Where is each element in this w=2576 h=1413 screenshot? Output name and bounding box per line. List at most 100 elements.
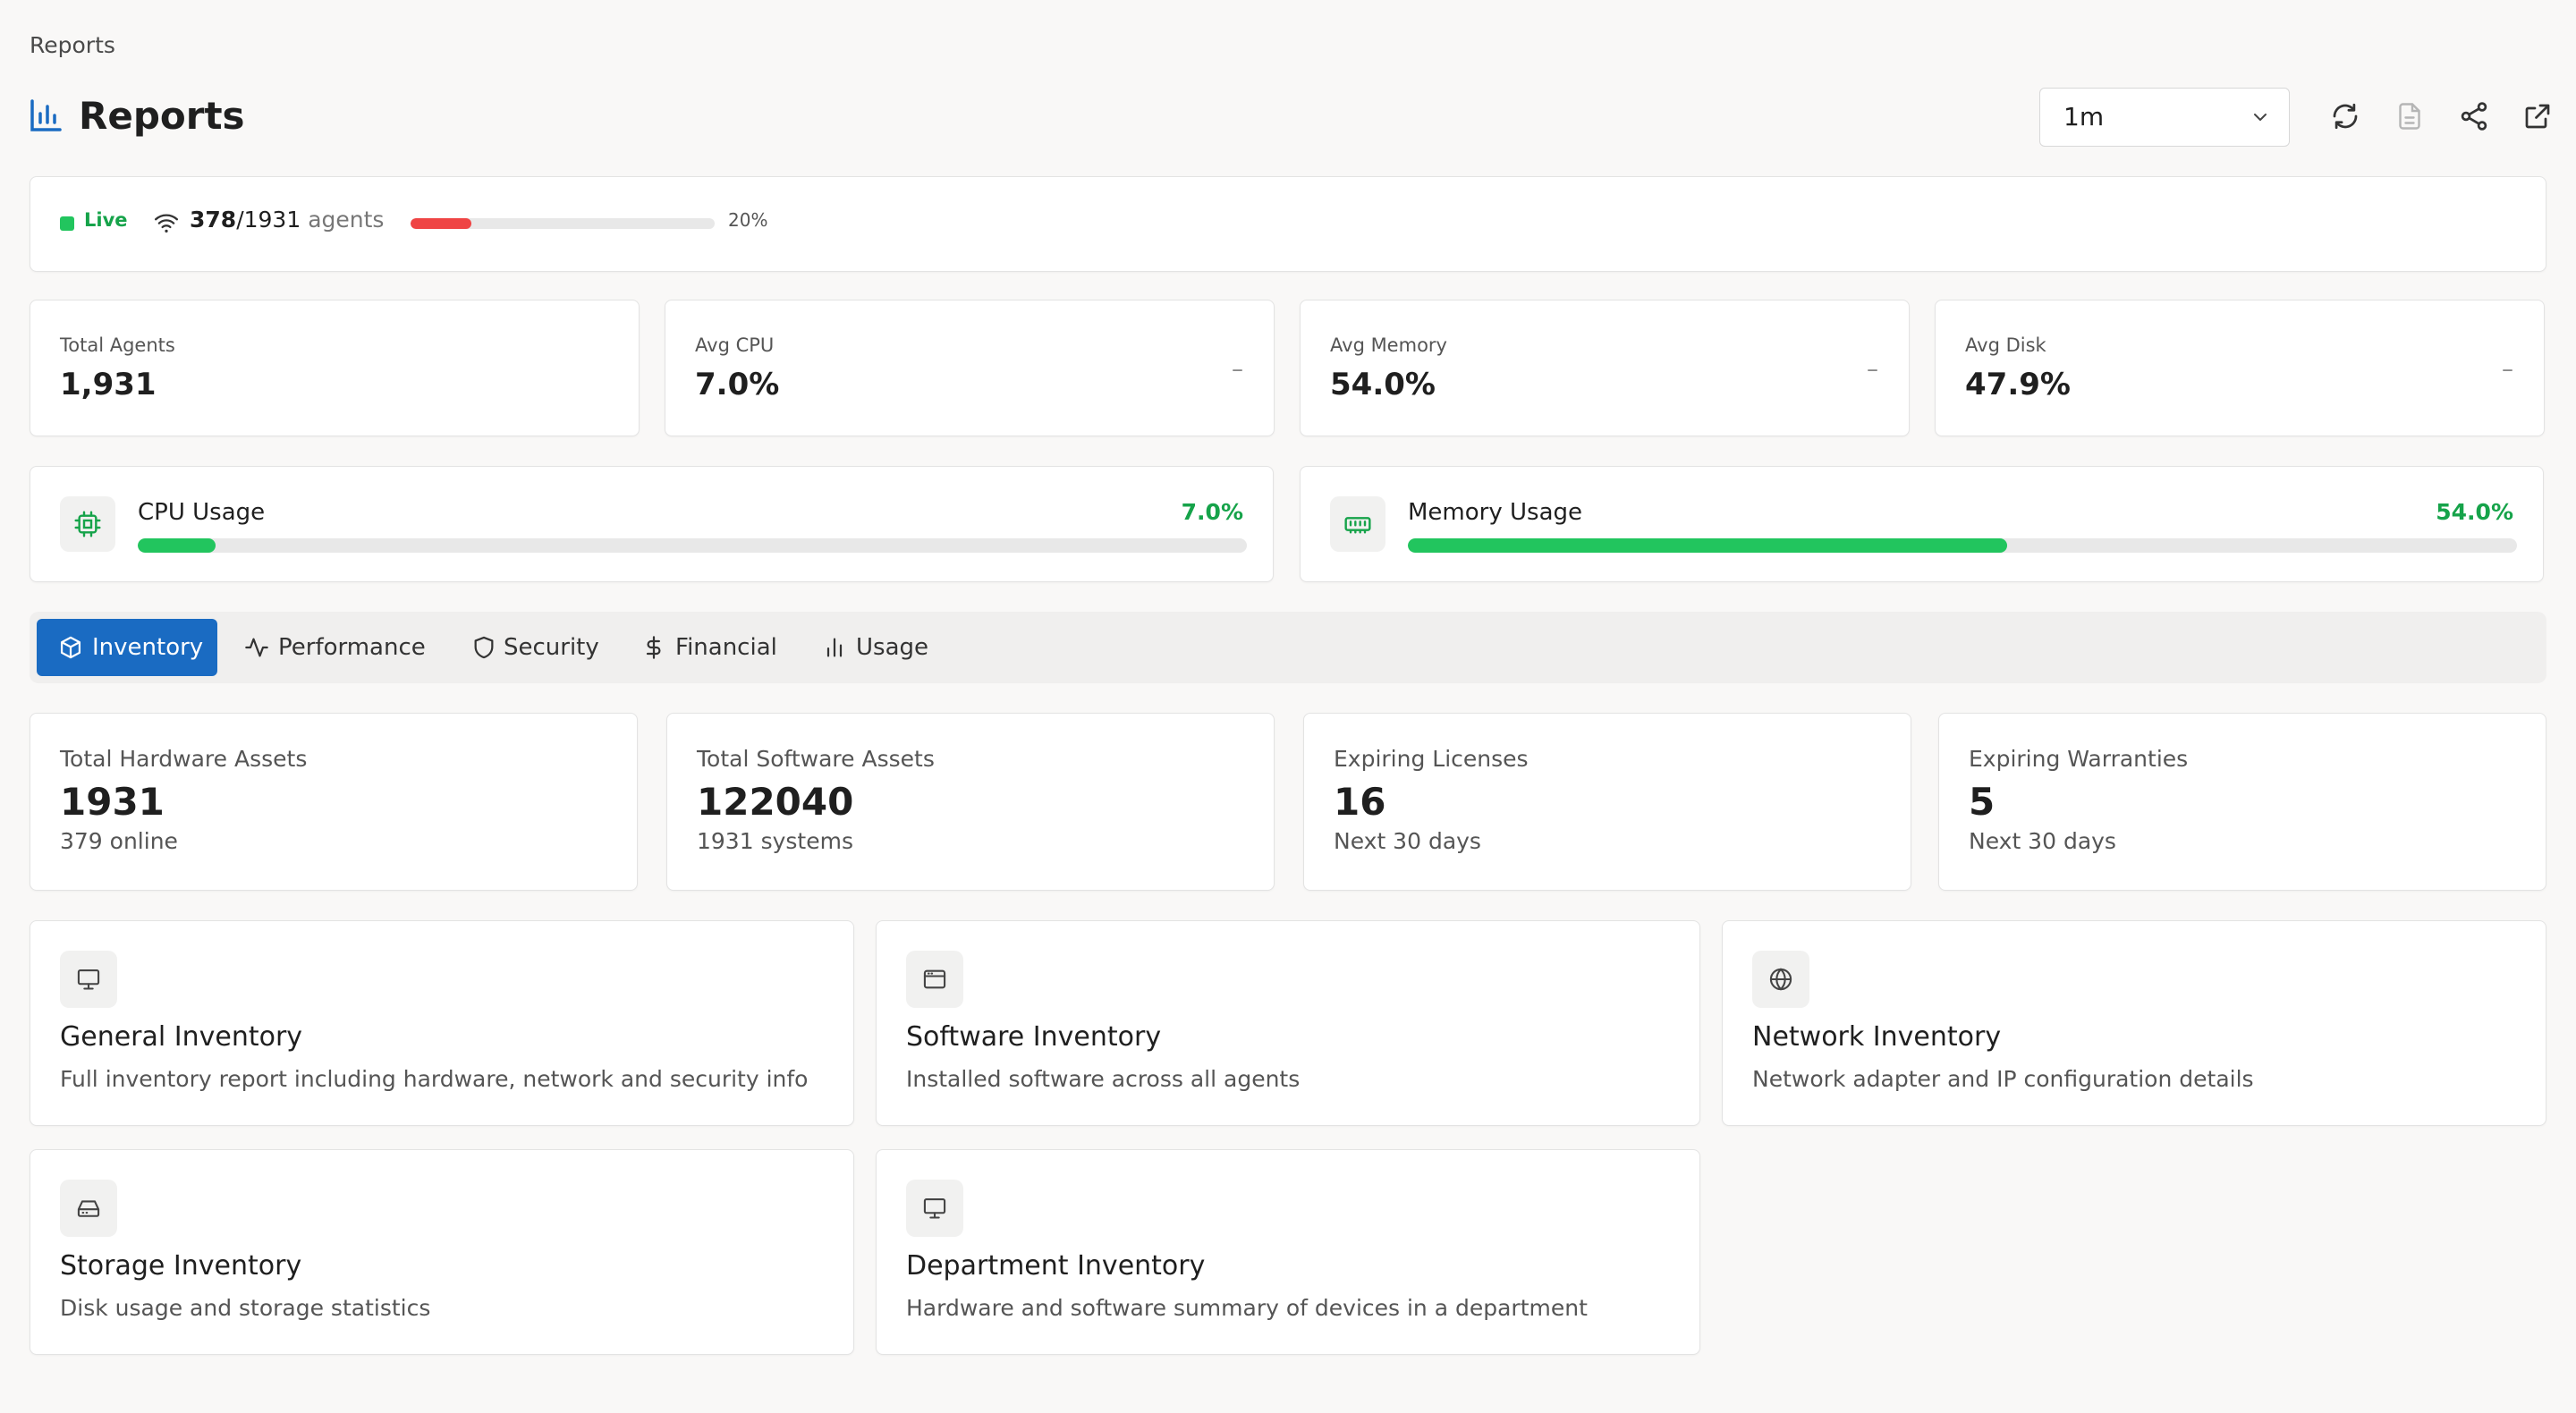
inventory-stat-software: Total Software Assets 122040 1931 system… — [666, 713, 1275, 891]
report-icon-box — [906, 951, 963, 1008]
memory-usage-bar — [1408, 538, 2517, 553]
external-link-icon[interactable] — [2521, 100, 2554, 132]
cpu-usage-card: CPU Usage 7.0% — [30, 466, 1274, 582]
report-icon-box — [60, 1180, 117, 1237]
live-status-bar: Live 378/1931 agents 20% — [30, 176, 2546, 272]
app-window-icon — [923, 969, 946, 989]
shield-icon — [474, 636, 494, 659]
stat-card-total-agents: Total Agents 1,931 — [30, 300, 640, 436]
memory-usage-label: Memory Usage — [1408, 499, 1583, 526]
agents-progress-fill — [411, 218, 471, 229]
tab-label: Security — [504, 634, 599, 661]
inventory-stat-sub: Next 30 days — [1969, 828, 2116, 854]
report-card-general-inventory[interactable]: General Inventory Full inventory report … — [30, 920, 854, 1126]
stat-value: 47.9% — [1965, 367, 2071, 402]
agents-progress-bar — [411, 218, 715, 229]
inventory-stat-sub: 1931 systems — [697, 828, 853, 854]
inventory-stat-warranties: Expiring Warranties 5 Next 30 days — [1938, 713, 2546, 891]
report-icon-box — [906, 1180, 963, 1237]
cpu-icon-box — [60, 496, 115, 552]
tab-security[interactable]: Security — [464, 619, 599, 676]
inventory-stat-label: Total Hardware Assets — [60, 746, 308, 772]
live-label: Live — [84, 209, 128, 231]
tab-label: Performance — [278, 634, 426, 661]
stat-value: 54.0% — [1330, 367, 1436, 402]
tab-inventory[interactable]: Inventory — [37, 619, 217, 676]
share-icon[interactable] — [2458, 100, 2490, 132]
tab-label: Inventory — [92, 634, 204, 661]
report-description: Disk usage and storage statistics — [60, 1295, 431, 1321]
refresh-icon[interactable] — [2329, 100, 2361, 132]
stat-trend: – — [1232, 356, 1243, 383]
stat-value: 7.0% — [695, 367, 780, 402]
report-title: Software Inventory — [906, 1021, 1162, 1053]
report-tabs: Inventory Performance Security Financial… — [30, 612, 2546, 683]
time-range-select[interactable]: 1m — [2039, 88, 2290, 147]
chevron-down-icon — [2254, 114, 2267, 121]
time-range-value: 1m — [2063, 102, 2105, 131]
report-title: Storage Inventory — [60, 1250, 302, 1282]
report-title: Network Inventory — [1752, 1021, 2002, 1053]
inventory-stat-sub: 379 online — [60, 828, 178, 854]
report-card-storage-inventory[interactable]: Storage Inventory Disk usage and storage… — [30, 1149, 854, 1355]
inventory-stat-value: 122040 — [697, 780, 854, 824]
cpu-icon — [74, 511, 101, 537]
box-icon — [60, 636, 81, 659]
bar-chart-icon — [826, 638, 843, 657]
report-description: Hardware and software summary of devices… — [906, 1295, 1588, 1321]
stat-label: Avg CPU — [695, 334, 775, 356]
breadcrumb[interactable]: Reports — [30, 32, 115, 58]
report-card-software-inventory[interactable]: Software Inventory Installed software ac… — [876, 920, 1700, 1126]
inventory-stat-sub: Next 30 days — [1334, 828, 1481, 854]
tab-performance[interactable]: Performance — [237, 619, 426, 676]
live-indicator — [60, 216, 74, 231]
hard-drive-icon — [77, 1200, 100, 1217]
report-description: Full inventory report including hardware… — [60, 1066, 809, 1092]
cpu-usage-bar — [138, 538, 1247, 553]
agents-total: /1931 — [236, 207, 301, 233]
memory-icon — [1344, 517, 1371, 534]
cpu-usage-fill — [138, 538, 216, 553]
inventory-stat-licenses: Expiring Licenses 16 Next 30 days — [1303, 713, 1911, 891]
inventory-stat-value: 1931 — [60, 780, 165, 824]
memory-usage-fill — [1408, 538, 2007, 553]
stat-trend: – — [2502, 356, 2513, 383]
stat-trend: – — [1867, 356, 1878, 383]
monitor-icon — [923, 1198, 946, 1219]
report-title: Department Inventory — [906, 1250, 1206, 1282]
inventory-stat-label: Expiring Warranties — [1969, 746, 2189, 772]
stat-label: Avg Memory — [1330, 334, 1447, 356]
report-description: Network adapter and IP configuration det… — [1752, 1066, 2254, 1092]
agents-count: 378/1931 agents — [190, 207, 384, 233]
tab-usage[interactable]: Usage — [815, 619, 931, 676]
header: Reports 1m — [30, 88, 2550, 148]
stat-card-avg-cpu: Avg CPU 7.0% – — [665, 300, 1275, 436]
globe-icon — [1769, 968, 1792, 991]
agents-unit: agents — [308, 207, 385, 233]
inventory-stat-value: 5 — [1969, 780, 1996, 824]
report-card-department-inventory[interactable]: Department Inventory Hardware and softwa… — [876, 1149, 1700, 1355]
memory-usage-value: 54.0% — [2436, 499, 2513, 525]
stat-card-avg-disk: Avg Disk 47.9% – — [1935, 300, 2545, 436]
cpu-usage-value: 7.0% — [1181, 499, 1243, 525]
report-description: Installed software across all agents — [906, 1066, 1301, 1092]
agents-percent: 20% — [728, 209, 768, 231]
wifi-icon — [155, 214, 178, 233]
stat-value: 1,931 — [60, 367, 157, 402]
inventory-stat-label: Total Software Assets — [697, 746, 935, 772]
monitor-icon — [77, 969, 100, 990]
file-icon[interactable] — [2394, 100, 2426, 132]
report-card-network-inventory[interactable]: Network Inventory Network adapter and IP… — [1722, 920, 2546, 1126]
inventory-stat-hardware: Total Hardware Assets 1931 379 online — [30, 713, 638, 891]
stat-label: Total Agents — [60, 334, 175, 356]
tab-label: Financial — [675, 634, 777, 661]
memory-icon-box — [1330, 496, 1385, 552]
cpu-usage-label: CPU Usage — [138, 499, 266, 526]
report-icon-box — [60, 951, 117, 1008]
tab-financial[interactable]: Financial — [638, 619, 781, 676]
agents-online: 378 — [190, 207, 237, 233]
memory-usage-card: Memory Usage 54.0% — [1300, 466, 2544, 582]
inventory-stat-value: 16 — [1334, 780, 1386, 824]
stat-label: Avg Disk — [1965, 334, 2046, 356]
dollar-icon — [646, 636, 661, 659]
